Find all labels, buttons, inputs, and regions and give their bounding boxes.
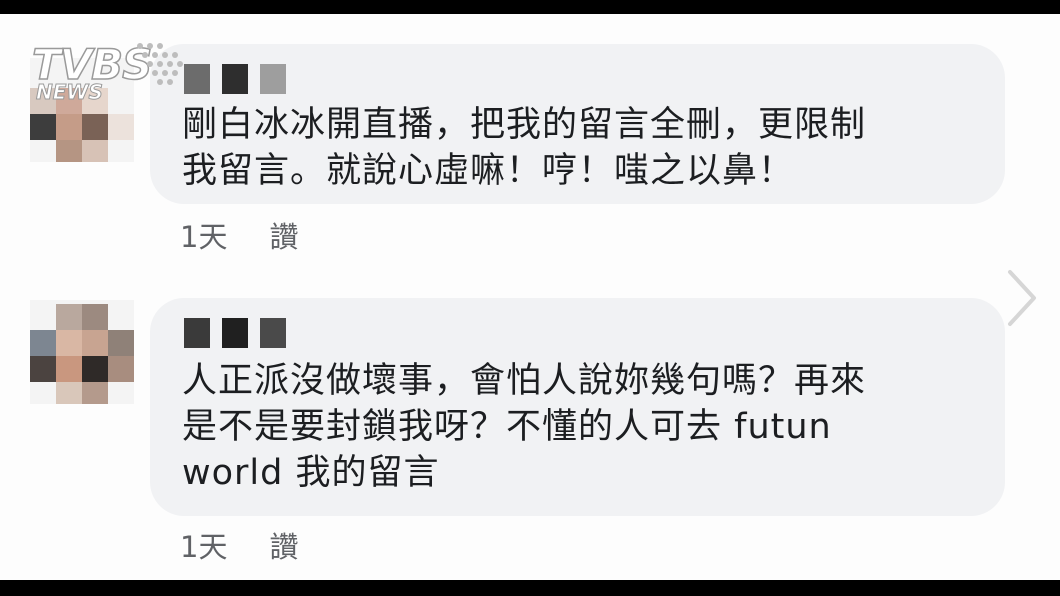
- avatar[interactable]: [30, 300, 134, 404]
- comment-meta: 1天 讚: [180, 214, 298, 256]
- comment-line: 我留言。就說心虛嘛！哼！嗤之以鼻！: [182, 151, 795, 191]
- comment-bubble: 人正派沒做壞事，會怕人說妳幾句嗎？再來 是不是要封鎖我呀？不懂的人可去 futu…: [150, 298, 1005, 516]
- comment-bubble: 剛白冰冰開直播，把我的留言全刪，更限制 我留言。就說心虛嘛！哼！嗤之以鼻！: [150, 44, 1005, 204]
- commenter-name-censored[interactable]: [184, 318, 286, 348]
- commenter-name-censored[interactable]: [184, 64, 286, 94]
- comment-text: 人正派沒做壞事，會怕人說妳幾句嗎？再來 是不是要封鎖我呀？不懂的人可去 futu…: [182, 358, 866, 496]
- comment-line: world 我的留言: [182, 453, 440, 493]
- watermark-dots-icon: [137, 43, 183, 85]
- comment-text: 剛白冰冰開直播，把我的留言全刪，更限制 我留言。就說心虛嘛！哼！嗤之以鼻！: [182, 102, 866, 194]
- like-link[interactable]: 讚: [269, 524, 298, 566]
- comment-line: 是不是要封鎖我呀？不懂的人可去 futun: [182, 407, 832, 447]
- screenshot-frame: TVBS NEWS 剛白冰冰開直播，把我的留言全刪，更限制 我留言。就說心虛嘛！…: [0, 14, 1060, 580]
- chevron-right-icon[interactable]: [1004, 268, 1040, 328]
- comment-meta: 1天 讚: [180, 524, 298, 566]
- comment-line: 人正派沒做壞事，會怕人說妳幾句嗎？再來: [182, 361, 867, 401]
- pixelated-avatar-icon: [30, 300, 134, 404]
- comment-line: 剛白冰冰開直播，把我的留言全刪，更限制: [182, 105, 867, 145]
- comment-time: 1天: [180, 220, 228, 254]
- comment-time: 1天: [180, 530, 228, 564]
- like-link[interactable]: 讚: [269, 214, 298, 256]
- tvbs-news-watermark: TVBS NEWS: [31, 43, 183, 103]
